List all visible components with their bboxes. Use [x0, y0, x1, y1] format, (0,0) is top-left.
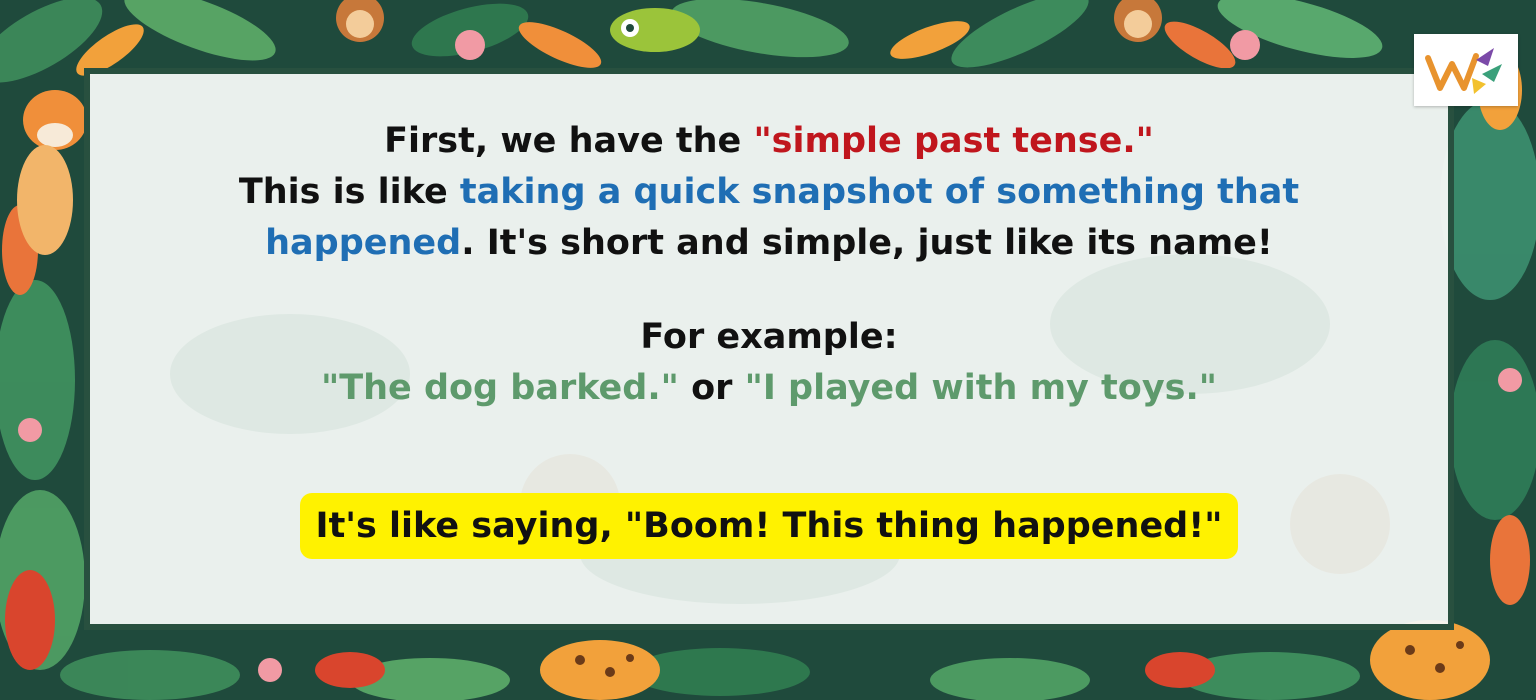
intro-text: First, we have the [384, 121, 754, 161]
snapshot-phrase: taking a quick snapshot of something tha… [459, 172, 1300, 212]
example-connector: or [678, 368, 745, 408]
tense-term: "simple past tense." [753, 121, 1154, 161]
callout-wrapper: It's like saying, "Boom! This thing happ… [90, 493, 1448, 559]
intro-text: This is like [238, 172, 460, 212]
w-logo-icon [1425, 48, 1502, 94]
example-line: "The dog barked." or "I played with my t… [90, 363, 1448, 414]
intro-text: . It's short and simple, just like its n… [461, 223, 1273, 263]
example-heading: For example: [640, 317, 898, 357]
intro-line-3: happened. It's short and simple, just li… [90, 218, 1448, 269]
intro-line-2: This is like taking a quick snapshot of … [90, 167, 1448, 218]
brand-logo [1414, 34, 1518, 106]
lesson-text: First, we have the "simple past tense." … [90, 116, 1448, 559]
intro-line-1: First, we have the "simple past tense." [90, 116, 1448, 167]
example-sentence-2: "I played with my toys." [744, 368, 1217, 408]
snapshot-phrase-end: happened [265, 223, 462, 263]
content-panel: First, we have the "simple past tense." … [84, 68, 1454, 630]
callout-highlight: It's like saying, "Boom! This thing happ… [299, 493, 1239, 559]
example-sentence-1: "The dog barked." [321, 368, 679, 408]
